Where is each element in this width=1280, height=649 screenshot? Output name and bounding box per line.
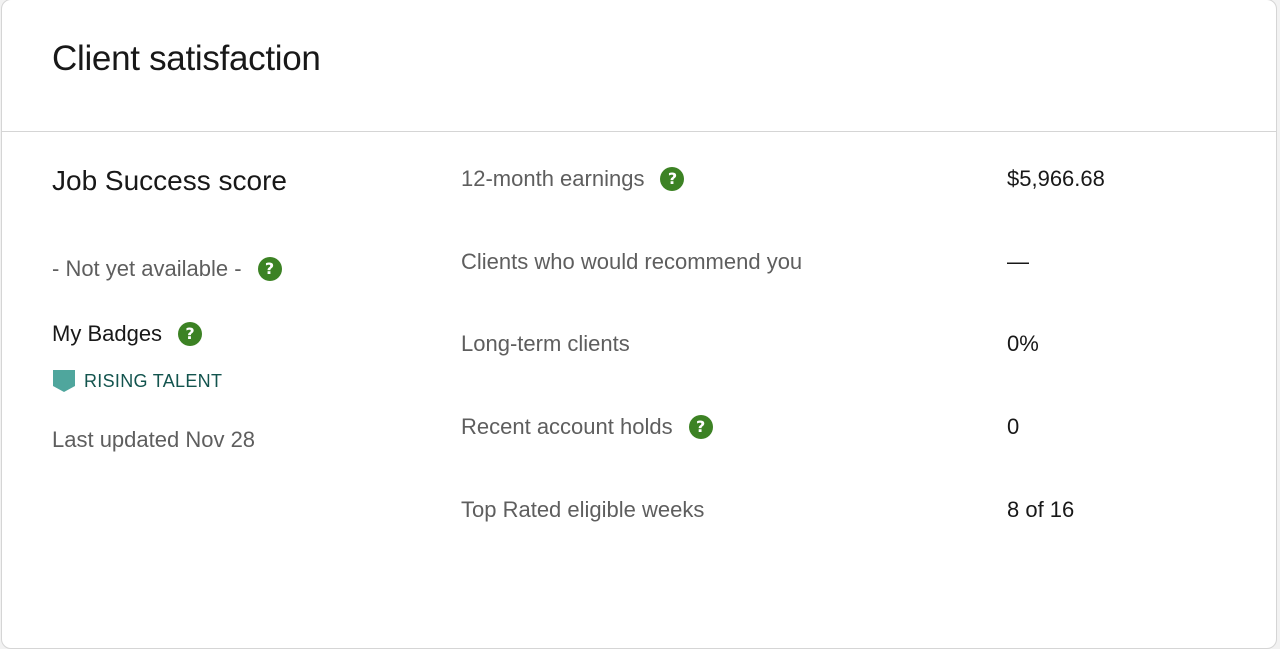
stat-value-recommend: —: [1007, 249, 1029, 274]
question-circle-icon[interactable]: ?: [178, 322, 203, 346]
card-header: Client satisfaction: [2, 0, 1276, 132]
badge-rising-talent[interactable]: RISING TALENT: [52, 369, 222, 393]
stat-row-top-rated: Top Rated eligible weeks 8 of 16: [461, 490, 1241, 530]
job-success-title: Job Success score: [52, 165, 287, 196]
job-success-status-text: - Not yet available -: [52, 256, 242, 281]
stat-row-recommend: Clients who would recommend you —: [461, 242, 1241, 282]
my-badges-title: My Badges: [52, 321, 163, 346]
card-title: Client satisfaction: [52, 39, 321, 78]
stat-row-long-term: Long-term clients 0%: [461, 324, 1241, 364]
stat-label-text: Clients who would recommend you: [461, 249, 803, 274]
stat-value-earnings: $5,966.68: [1007, 166, 1105, 191]
stat-label-account-holds: Recent account holds ?: [461, 414, 1007, 440]
stat-label-long-term: Long-term clients: [461, 331, 1007, 357]
stat-label-text: 12-month earnings: [461, 166, 645, 191]
stat-label-top-rated: Top Rated eligible weeks: [461, 497, 1007, 523]
stat-label-text: Top Rated eligible weeks: [461, 497, 705, 522]
stat-label-text: Long-term clients: [461, 331, 630, 356]
my-badges-heading: My Badges ?: [52, 321, 203, 347]
stat-value-top-rated: 8 of 16: [1007, 497, 1075, 522]
stat-label-earnings: 12-month earnings ?: [461, 166, 1007, 192]
stat-label-recommend: Clients who would recommend you: [461, 249, 1007, 275]
question-circle-icon[interactable]: ?: [688, 415, 713, 439]
client-satisfaction-card: Client satisfaction Job Success score - …: [1, 0, 1277, 649]
stat-value-long-term: 0%: [1007, 331, 1039, 356]
stat-value-account-holds: 0: [1007, 414, 1020, 439]
last-updated: Last updated Nov 28: [52, 427, 256, 452]
badge-label: RISING TALENT: [84, 370, 223, 391]
shield-badge-icon: [53, 370, 75, 392]
question-circle-icon[interactable]: ?: [257, 257, 282, 281]
stat-label-text: Recent account holds: [461, 414, 673, 439]
stat-row-account-holds: Recent account holds ? 0: [461, 407, 1241, 447]
stat-row-earnings: 12-month earnings ? $5,966.68: [461, 159, 1241, 199]
job-success-status: - Not yet available - ?: [52, 256, 282, 282]
question-circle-icon[interactable]: ?: [660, 167, 685, 191]
